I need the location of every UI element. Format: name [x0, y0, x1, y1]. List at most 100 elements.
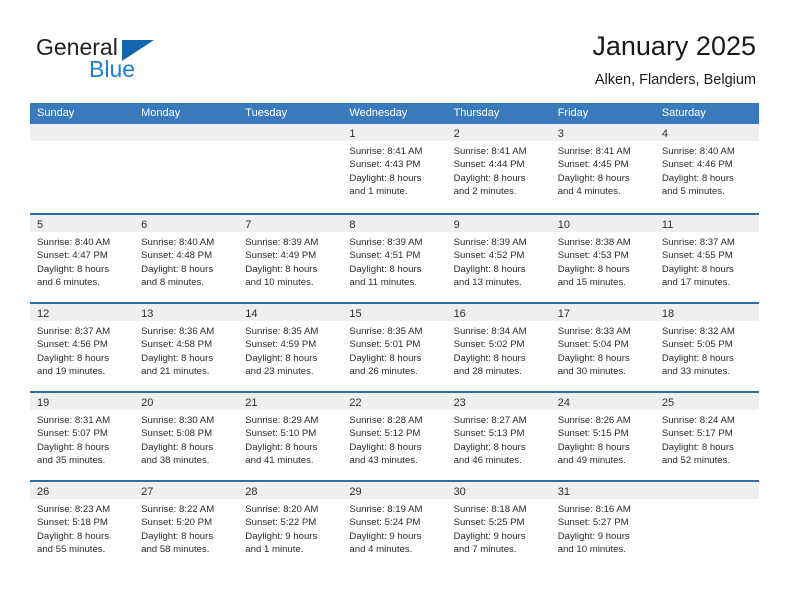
- sunrise-text: Sunrise: 8:32 AM: [661, 326, 735, 337]
- daylight-text: Daylight: 8 hours: [349, 441, 422, 453]
- day-details: Sunrise: 8:35 AM Sunset: 4:59 PM Daylight:…: [238, 321, 342, 379]
- calendar-day-cell[interactable]: 28 Sunrise: 8:20 AM Sunset: 5:22 PM Dayligh…: [238, 482, 343, 569]
- daylight-text: Daylight: 8 hours: [141, 263, 214, 275]
- daylight-text-cont: and 49 minutes.: [557, 455, 626, 467]
- weekday-header-friday: Friday: [557, 107, 589, 119]
- daylight-text-cont: and 43 minutes.: [349, 455, 418, 467]
- calendar-day-cell[interactable]: 5 Sunrise: 8:40 AM Sunset: 4:47 PM Daylight…: [30, 215, 135, 302]
- day-number: 21: [245, 397, 258, 409]
- daylight-text-cont: and 4 minutes.: [557, 186, 621, 198]
- daylight-text: Daylight: 8 hours: [557, 441, 630, 453]
- daylight-text-cont: and 2 minutes.: [453, 186, 517, 198]
- sunrise-text: Sunrise: 8:33 AM: [557, 326, 631, 337]
- daylight-text-cont: and 35 minutes.: [37, 455, 106, 467]
- daylight-text-cont: and 7 minutes.: [453, 544, 517, 556]
- calendar-day-cell[interactable]: 24 Sunrise: 8:26 AM Sunset: 5:15 PM Dayligh…: [550, 393, 655, 480]
- day-number-band: 3: [550, 124, 655, 141]
- day-details: Sunrise: 8:39 AM Sunset: 4:52 PM Daylight:…: [447, 232, 551, 290]
- calendar-page: General Blue January 2025 Alken, Flander…: [0, 0, 792, 612]
- day-details: Sunrise: 8:16 AM Sunset: 5:27 PM Daylight:…: [551, 499, 655, 557]
- day-number-band: 29: [342, 482, 447, 499]
- daylight-text: Daylight: 8 hours: [453, 263, 526, 275]
- daylight-text-cont: and 15 minutes.: [557, 277, 626, 289]
- calendar-day-cell[interactable]: 2 Sunrise: 8:41 AM Sunset: 4:44 PM Daylight…: [446, 124, 551, 213]
- calendar-day-cell[interactable]: 16 Sunrise: 8:34 AM Sunset: 5:02 PM Dayligh…: [446, 304, 551, 391]
- day-number-band: [134, 124, 239, 141]
- day-number: 18: [661, 308, 675, 320]
- sunrise-text: Sunrise: 8:18 AM: [453, 504, 527, 515]
- daylight-text: Daylight: 8 hours: [37, 441, 109, 453]
- daylight-text: Daylight: 8 hours: [245, 441, 318, 453]
- daylight-text: Daylight: 9 hours: [453, 530, 526, 542]
- daylight-text-cont: and 21 minutes.: [141, 366, 210, 378]
- sunset-text: Sunset: 5:15 PM: [557, 428, 629, 440]
- calendar-day-cell[interactable]: 27 Sunrise: 8:22 AM Sunset: 5:20 PM Dayligh…: [134, 482, 239, 569]
- day-number-band: 21: [238, 393, 343, 410]
- day-number: 24: [557, 397, 570, 409]
- day-details: Sunrise: 8:19 AM Sunset: 5:24 PM Daylight:…: [342, 499, 446, 557]
- day-details: Sunrise: 8:40 AM Sunset: 4:46 PM Daylight:…: [655, 141, 759, 199]
- sunset-text: Sunset: 4:44 PM: [453, 159, 525, 171]
- calendar-day-cell[interactable]: 10 Sunrise: 8:38 AM Sunset: 4:53 PM Dayligh…: [550, 215, 655, 302]
- calendar-day-cell[interactable]: 31 Sunrise: 8:16 AM Sunset: 5:27 PM Dayligh…: [550, 482, 655, 569]
- sunset-text: Sunset: 5:10 PM: [245, 428, 317, 440]
- daylight-text-cont: and 1 minute.: [349, 186, 408, 198]
- calendar-day-cell[interactable]: 17 Sunrise: 8:33 AM Sunset: 5:04 PM Dayligh…: [550, 304, 655, 391]
- calendar-day-cell[interactable]: 8 Sunrise: 8:39 AM Sunset: 4:51 PM Daylight…: [342, 215, 447, 302]
- sunrise-text: Sunrise: 8:37 AM: [661, 237, 735, 248]
- calendar-day-cell[interactable]: 14 Sunrise: 8:35 AM Sunset: 4:59 PM Dayligh…: [238, 304, 343, 391]
- calendar-day-cell[interactable]: 6 Sunrise: 8:40 AM Sunset: 4:48 PM Daylight…: [134, 215, 239, 302]
- daylight-text-cont: and 19 minutes.: [37, 366, 106, 378]
- calendar-day-cell[interactable]: 22 Sunrise: 8:28 AM Sunset: 5:12 PM Dayligh…: [342, 393, 447, 480]
- sunrise-text: Sunrise: 8:16 AM: [557, 504, 631, 515]
- general-blue-logo[interactable]: General Blue: [36, 36, 266, 88]
- day-details: Sunrise: 8:28 AM Sunset: 5:12 PM Daylight:…: [342, 410, 446, 468]
- day-number: 15: [349, 308, 362, 320]
- day-details: Sunrise: 8:39 AM Sunset: 4:51 PM Daylight:…: [342, 232, 446, 290]
- day-number: 5: [37, 219, 44, 231]
- day-number: 29: [349, 486, 362, 498]
- calendar-day-cell[interactable]: 25 Sunrise: 8:24 AM Sunset: 5:17 PM Dayligh…: [654, 393, 759, 480]
- day-number: 14: [245, 308, 258, 320]
- sunset-text: Sunset: 5:08 PM: [141, 428, 213, 440]
- sunrise-text: Sunrise: 8:41 AM: [453, 146, 527, 157]
- calendar-day-cell[interactable]: 29 Sunrise: 8:19 AM Sunset: 5:24 PM Dayligh…: [342, 482, 447, 569]
- day-number: 19: [37, 397, 50, 409]
- sunset-text: Sunset: 5:07 PM: [37, 428, 108, 440]
- sunset-text: Sunset: 4:52 PM: [453, 250, 525, 262]
- day-number: 8: [349, 219, 356, 231]
- day-number-band: 26: [30, 482, 135, 499]
- daylight-text: Daylight: 8 hours: [349, 172, 422, 184]
- calendar-day-cell[interactable]: 13 Sunrise: 8:36 AM Sunset: 4:58 PM Dayligh…: [134, 304, 239, 391]
- calendar-day-cell[interactable]: 19 Sunrise: 8:31 AM Sunset: 5:07 PM Dayligh…: [30, 393, 135, 480]
- day-number-band: 15: [342, 304, 447, 321]
- day-number-band: 22: [342, 393, 447, 410]
- calendar-day-cell-empty: [654, 482, 759, 569]
- day-number: 22: [349, 397, 362, 409]
- daylight-text-cont: and 33 minutes.: [661, 366, 731, 378]
- calendar-day-cell[interactable]: 20 Sunrise: 8:30 AM Sunset: 5:08 PM Dayligh…: [134, 393, 239, 480]
- daylight-text: Daylight: 8 hours: [661, 263, 734, 275]
- calendar-day-cell[interactable]: 30 Sunrise: 8:18 AM Sunset: 5:25 PM Dayligh…: [446, 482, 551, 569]
- calendar-day-cell[interactable]: 3 Sunrise: 8:41 AM Sunset: 4:45 PM Daylight…: [550, 124, 655, 213]
- daylight-text-cont: and 28 minutes.: [453, 366, 522, 378]
- sunrise-text: Sunrise: 8:39 AM: [453, 237, 527, 248]
- day-number-band: 25: [654, 393, 759, 410]
- sunset-text: Sunset: 4:49 PM: [245, 250, 317, 262]
- day-number-band: 27: [134, 482, 239, 499]
- calendar-day-cell[interactable]: 26 Sunrise: 8:23 AM Sunset: 5:18 PM Dayligh…: [30, 482, 135, 569]
- calendar-day-cell[interactable]: 4 Sunrise: 8:40 AM Sunset: 4:46 PM Daylight…: [654, 124, 759, 213]
- daylight-text: Daylight: 9 hours: [349, 530, 422, 542]
- calendar-day-cell[interactable]: 1 Sunrise: 8:41 AM Sunset: 4:43 PM Daylight…: [342, 124, 447, 213]
- calendar-day-cell[interactable]: 15 Sunrise: 8:35 AM Sunset: 5:01 PM Dayligh…: [342, 304, 447, 391]
- calendar-day-cell[interactable]: 21 Sunrise: 8:29 AM Sunset: 5:10 PM Dayligh…: [238, 393, 343, 480]
- calendar-day-cell[interactable]: 18 Sunrise: 8:32 AM Sunset: 5:05 PM Dayligh…: [654, 304, 759, 391]
- calendar-day-cell[interactable]: 12 Sunrise: 8:37 AM Sunset: 4:56 PM Dayligh…: [30, 304, 135, 391]
- daylight-text-cont: and 23 minutes.: [245, 366, 314, 378]
- calendar-day-cell[interactable]: 11 Sunrise: 8:37 AM Sunset: 4:55 PM Dayligh…: [654, 215, 759, 302]
- day-number-band: 18: [654, 304, 759, 321]
- calendar-day-cell[interactable]: 9 Sunrise: 8:39 AM Sunset: 4:52 PM Daylight…: [446, 215, 551, 302]
- calendar-day-cell[interactable]: 23 Sunrise: 8:27 AM Sunset: 5:13 PM Dayligh…: [446, 393, 551, 480]
- calendar-day-cell[interactable]: 7 Sunrise: 8:39 AM Sunset: 4:49 PM Daylight…: [238, 215, 343, 302]
- day-number: 10: [557, 219, 570, 231]
